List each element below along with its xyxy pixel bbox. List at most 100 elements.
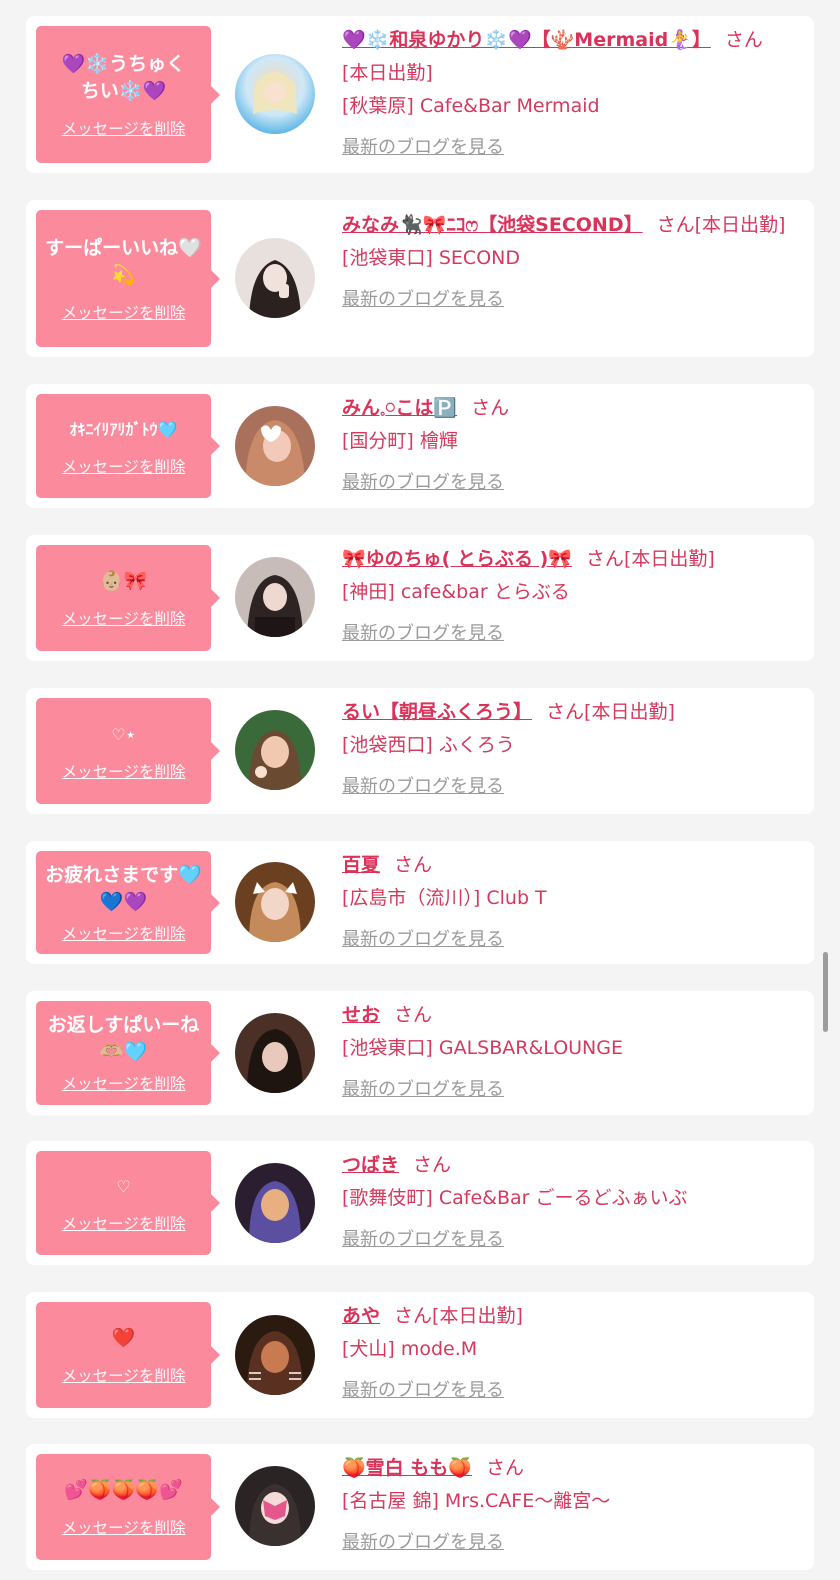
latest-blog-link[interactable]: 最新のブログを見る — [342, 923, 504, 956]
latest-blog-link[interactable]: 最新のブログを見る — [342, 466, 504, 499]
honorific-label: さん — [394, 1004, 433, 1026]
latest-blog-link[interactable]: 最新のブログを見る — [342, 283, 504, 316]
vertical-scrollbar[interactable] — [823, 952, 828, 1032]
message-card: ♡︎ メッセージを削除 つばき さん [歌舞伎町] Cafe&Bar ごーるどふぁ… — [26, 1141, 814, 1265]
shop-label: [名古屋 錦] Mrs.CAFE〜離宮〜 — [342, 1490, 611, 1512]
message-card: ♡︎⋆ メッセージを削除 るい【朝昼ふくろう】 さん[本日出勤] [池袋西口] ふ… — [26, 688, 814, 814]
message-bubble: すーぱーいいね🤍💫 メッセージを削除 — [36, 210, 220, 347]
cast-name-link[interactable]: せお — [342, 1004, 380, 1026]
delete-message-link[interactable]: メッセージを削除 — [62, 1364, 186, 1386]
delete-message-link[interactable]: メッセージを削除 — [62, 1516, 186, 1538]
delete-message-link[interactable]: メッセージを削除 — [62, 760, 186, 782]
latest-blog-link[interactable]: 最新のブログを見る — [342, 1223, 504, 1256]
honorific-label: さん — [394, 1305, 433, 1327]
shop-label: [国分町] 檜輝 — [342, 430, 458, 452]
avatar[interactable] — [235, 1013, 315, 1093]
message-text: すーぱーいいね🤍💫 — [45, 236, 202, 286]
avatar-photo — [235, 1466, 315, 1546]
latest-blog-link[interactable]: 最新のブログを見る — [342, 1073, 504, 1106]
delete-message-link[interactable]: メッセージを削除 — [62, 455, 186, 477]
cast-info: せお さん [池袋東口] GALSBAR&LOUNGE 最新のブログを見る — [342, 999, 800, 1106]
shop-label: [池袋東口] SECOND — [342, 247, 520, 269]
delete-message-link[interactable]: メッセージを削除 — [62, 1212, 186, 1234]
cast-info: みん𓈒𓏸こは🅿️ さん [国分町] 檜輝 最新のブログを見る — [342, 392, 800, 499]
cast-name-link[interactable]: みん𓈒𓏸こは🅿️ — [342, 397, 457, 419]
message-card: 👶🏼🎀 メッセージを削除 🎀ゆのちゅ( とらぶる )🎀 さん[本日出勤] [神田]… — [26, 535, 814, 661]
message-card: ❤️ メッセージを削除 あや さん[本日出勤] [犬山] mode.M 最新のブロ… — [26, 1292, 814, 1418]
avatar[interactable] — [235, 406, 315, 486]
work-status: [本日出勤] — [584, 701, 675, 723]
message-card: 💕🍑🍑🍑💕 メッセージを削除 🍑雪白 もも🍑 さん [名古屋 錦] Mrs.CAF… — [26, 1444, 814, 1570]
honorific-label: さん — [585, 548, 624, 570]
avatar-photo — [235, 54, 315, 134]
cast-info: あや さん[本日出勤] [犬山] mode.M 最新のブログを見る — [342, 1300, 800, 1407]
cast-info: るい【朝昼ふくろう】 さん[本日出勤] [池袋西口] ふくろう 最新のブログを見る — [342, 696, 800, 803]
shop-label: [神田] cafe&bar とらぶる — [342, 581, 570, 603]
cast-name-link[interactable]: 百夏 — [342, 854, 380, 876]
honorific-label: さん — [546, 701, 585, 723]
latest-blog-link[interactable]: 最新のブログを見る — [342, 770, 504, 803]
latest-blog-link[interactable]: 最新のブログを見る — [342, 1374, 504, 1407]
avatar-photo — [235, 710, 315, 790]
cast-name-link[interactable]: あや — [342, 1305, 380, 1327]
honorific-label: さん — [485, 1457, 524, 1479]
message-bubble: 👶🏼🎀 メッセージを削除 — [36, 545, 220, 651]
message-text: ♡︎⋆ — [111, 724, 136, 744]
message-text: 👶🏼🎀 — [99, 569, 148, 592]
message-text: 💕🍑🍑🍑💕 — [64, 1478, 183, 1501]
delete-message-link[interactable]: メッセージを削除 — [62, 607, 186, 629]
message-text: ♡︎ — [116, 1176, 131, 1196]
cast-name-link[interactable]: 🎀ゆのちゅ( とらぶる )🎀 — [342, 548, 572, 570]
latest-blog-link[interactable]: 最新のブログを見る — [342, 1526, 504, 1559]
cast-name-link[interactable]: 💜❄️和泉ゆかり❄️💜【🪸Mermaid🧜‍♀️】 — [342, 29, 711, 51]
avatar-photo — [235, 1315, 315, 1395]
honorific-label: さん — [394, 854, 433, 876]
message-text: お返しすぱいーね🫶🏼🩵 — [47, 1014, 200, 1063]
message-card: お疲れさまです🩵💙💜 メッセージを削除 百夏 さん [広島市（流川）] Club … — [26, 841, 814, 964]
avatar[interactable] — [235, 1163, 315, 1243]
honorific-label: さん — [724, 29, 763, 51]
message-card: ｵｷﾆｲﾘｱﾘｶﾞﾄｳ🩵 メッセージを削除 みん𓈒𓏸こは🅿️ さん [国分町] 檜… — [26, 384, 814, 508]
shop-label: [歌舞伎町] Cafe&Bar ごーるどふぁいぶ — [342, 1187, 688, 1209]
cast-name-link[interactable]: るい【朝昼ふくろう】 — [342, 701, 532, 723]
latest-blog-link[interactable]: 最新のブログを見る — [342, 131, 504, 164]
message-bubble: ｵｷﾆｲﾘｱﾘｶﾞﾄｳ🩵 メッセージを削除 — [36, 394, 220, 498]
work-status: [本日出勤] — [432, 1305, 523, 1327]
delete-message-link[interactable]: メッセージを削除 — [62, 1072, 186, 1094]
honorific-label: さん — [656, 214, 695, 236]
avatar[interactable] — [235, 862, 315, 942]
avatar-photo — [235, 238, 315, 318]
message-text: お疲れさまです🩵💙💜 — [45, 863, 202, 913]
message-text: ❤️ — [111, 1326, 136, 1349]
cast-name-link[interactable]: つばき — [342, 1154, 399, 1176]
avatar[interactable] — [235, 54, 315, 134]
avatar[interactable] — [235, 710, 315, 790]
message-text: ｵｷﾆｲﾘｱﾘｶﾞﾄｳ🩵 — [69, 419, 178, 439]
cast-info: 百夏 さん [広島市（流川）] Club T 最新のブログを見る — [342, 849, 800, 956]
delete-message-link[interactable]: メッセージを削除 — [62, 922, 186, 944]
message-bubble: 💕🍑🍑🍑💕 メッセージを削除 — [36, 1454, 220, 1560]
cast-info: 🎀ゆのちゅ( とらぶる )🎀 さん[本日出勤] [神田] cafe&bar とらぶ… — [342, 543, 800, 650]
message-card: すーぱーいいね🤍💫 メッセージを削除 みなみ🐈‍⬛🎀ﾆｺ︎ෆ【池袋SECOND】… — [26, 200, 814, 357]
message-card: 💜❄️うちゅくちい❄️💜 メッセージを削除 💜❄️和泉ゆかり❄️💜【🪸Merma… — [26, 16, 814, 173]
avatar-photo — [235, 862, 315, 942]
avatar[interactable] — [235, 557, 315, 637]
delete-message-link[interactable]: メッセージを削除 — [62, 117, 186, 139]
latest-blog-link[interactable]: 最新のブログを見る — [342, 617, 504, 650]
message-card: お返しすぱいーね🫶🏼🩵 メッセージを削除 せお さん [池袋東口] GALSBAR… — [26, 991, 814, 1115]
cast-info: 🍑雪白 もも🍑 さん [名古屋 錦] Mrs.CAFE〜離宮〜 最新のブログを見る — [342, 1452, 800, 1559]
avatar[interactable] — [235, 238, 315, 318]
shop-label: [池袋西口] ふくろう — [342, 734, 515, 756]
cast-info: みなみ🐈‍⬛🎀ﾆｺ︎ෆ【池袋SECOND】 さん[本日出勤] [池袋東口] SEC… — [342, 209, 800, 316]
avatar-photo — [235, 1013, 315, 1093]
message-bubble: 💜❄️うちゅくちい❄️💜 メッセージを削除 — [36, 26, 220, 163]
cast-name-link[interactable]: 🍑雪白 もも🍑 — [342, 1457, 472, 1479]
cast-name-link[interactable]: みなみ🐈‍⬛🎀ﾆｺ︎ෆ【池袋SECOND】 — [342, 214, 643, 236]
avatar-photo — [235, 1163, 315, 1243]
avatar[interactable] — [235, 1315, 315, 1395]
avatar[interactable] — [235, 1466, 315, 1546]
honorific-label: さん — [471, 397, 510, 419]
cast-info: 💜❄️和泉ゆかり❄️💜【🪸Mermaid🧜‍♀️】 さん [本日出勤] [秋葉原]… — [342, 24, 800, 164]
delete-message-link[interactable]: メッセージを削除 — [62, 301, 186, 323]
message-bubble: ♡︎⋆ メッセージを削除 — [36, 698, 220, 804]
